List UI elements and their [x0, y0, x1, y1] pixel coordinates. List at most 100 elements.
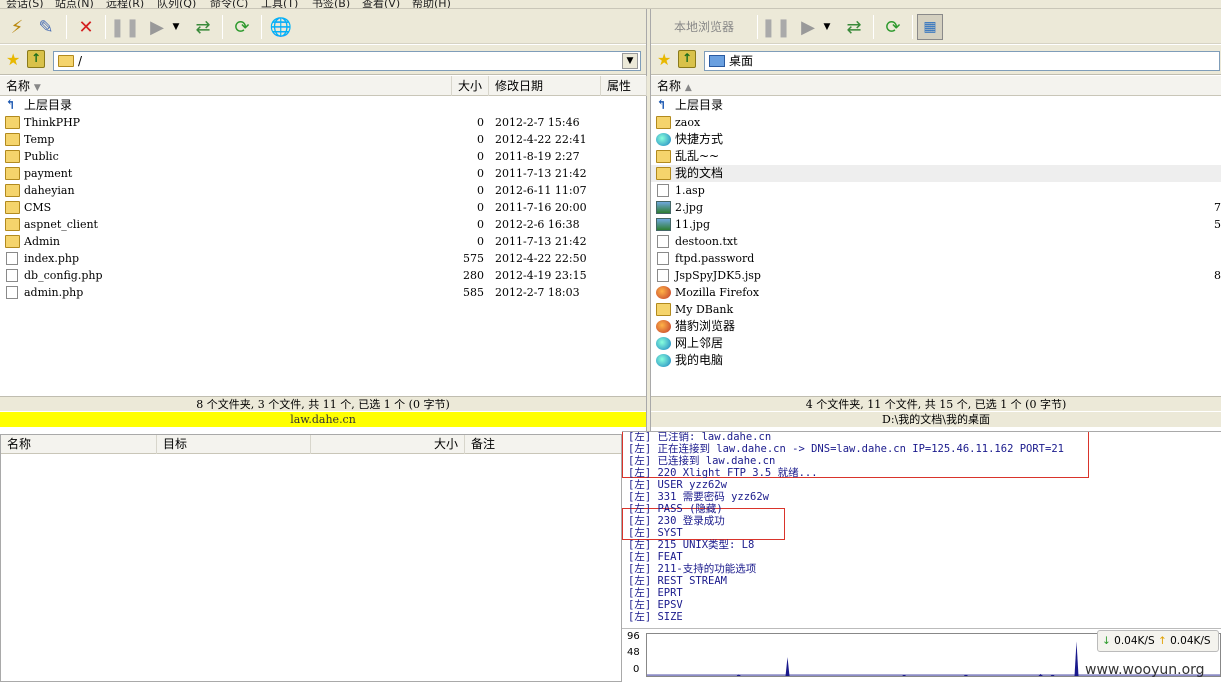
file-row[interactable]: 网上邻居: [651, 335, 1221, 352]
file-row[interactable]: CMS 0 2011-7-16 20:00: [0, 199, 646, 216]
file-size: 0: [477, 235, 484, 248]
column-date[interactable]: 修改日期: [489, 76, 601, 96]
bookmark-star-icon[interactable]: ★: [6, 50, 20, 69]
file-row[interactable]: My DBank: [651, 301, 1221, 318]
menu-item[interactable]: 帮助(H): [412, 0, 451, 8]
file-row[interactable]: 猎豹浏览器: [651, 318, 1221, 335]
file-row[interactable]: 11.jpg 5: [651, 216, 1221, 233]
menu-item[interactable]: 命令(C): [210, 0, 248, 8]
up-folder-icon[interactable]: ↑: [27, 50, 45, 68]
parent-dir-row[interactable]: ↰ 上层目录: [651, 97, 1221, 114]
file-name: 1.asp: [675, 184, 705, 197]
queue-column-target[interactable]: 目标: [157, 435, 311, 454]
menu-item[interactable]: 站点(N): [55, 0, 94, 8]
column-name[interactable]: 名称 ▲: [651, 76, 1221, 96]
file-row[interactable]: zaox: [651, 114, 1221, 131]
log-line: [左] 211-支持的功能选项: [628, 563, 757, 575]
file-row[interactable]: JspSpyJDK5.jsp 8: [651, 267, 1221, 284]
file-row[interactable]: Admin 0 2011-7-13 21:42: [0, 233, 646, 250]
file-name: destoon.txt: [675, 235, 738, 248]
column-attr[interactable]: 属性: [601, 76, 647, 96]
file-row[interactable]: 我的文档: [651, 165, 1221, 182]
file-date: 2011-8-19 2:27: [495, 150, 580, 163]
remote-path-input[interactable]: / ▼: [53, 51, 641, 71]
file-row[interactable]: index.php 575 2012-4-22 22:50: [0, 250, 646, 267]
file-row[interactable]: aspnet_client 0 2012-2-6 16:38: [0, 216, 646, 233]
file-row[interactable]: 2.jpg 7: [651, 199, 1221, 216]
menu-item[interactable]: 远程(R): [106, 0, 144, 8]
bookmark-star-icon[interactable]: ★: [657, 50, 671, 69]
sort-arrow-icon: ▼: [33, 83, 41, 93]
file-row[interactable]: payment 0 2011-7-13 21:42: [0, 165, 646, 182]
file-row[interactable]: daheyian 0 2012-6-11 11:07: [0, 182, 646, 199]
log-line: [左] 215 UNIX类型: L8: [628, 539, 755, 551]
transfer-icon[interactable]: ⇄: [190, 14, 216, 40]
queue-column-size[interactable]: 大小: [311, 435, 465, 454]
quick-connect-icon[interactable]: ✎: [33, 14, 59, 40]
file-name: zaox: [675, 116, 701, 129]
folder-icon: [656, 150, 671, 163]
queue-column-header: 名称 目标 大小 备注: [1, 435, 623, 454]
path-dropdown-button[interactable]: ▼: [622, 53, 638, 69]
play-icon[interactable]: ▶: [144, 14, 170, 40]
parent-dir-row[interactable]: ↰ 上层目录: [0, 97, 646, 114]
file-size: 7: [1214, 201, 1221, 214]
play-icon[interactable]: ▶: [795, 14, 821, 40]
file-size: 280: [463, 269, 484, 282]
pause-icon[interactable]: ❚❚: [110, 14, 140, 40]
log-line: [左] PASS (隐藏): [628, 503, 723, 515]
disconnect-icon[interactable]: ✕: [73, 14, 99, 40]
column-size[interactable]: 大小: [452, 76, 489, 96]
file-name: Mozilla Firefox: [675, 286, 760, 299]
column-name[interactable]: 名称 ▼: [0, 76, 452, 96]
file-row[interactable]: 我的电脑: [651, 352, 1221, 369]
session-log[interactable]: [左] 已注销: law.dahe.cn [左] 正在连接到 law.dahe.c…: [622, 431, 1221, 627]
parent-dir-label: 上层目录: [675, 98, 724, 112]
file-size: 585: [463, 286, 484, 299]
transfer-icon[interactable]: ⇄: [841, 14, 867, 40]
file-date: 2011-7-16 20:00: [495, 201, 587, 214]
local-path-label: D:\我的文档\我的桌面: [651, 412, 1221, 427]
connect-icon[interactable]: ⚡: [4, 14, 30, 40]
up-folder-icon[interactable]: ↑: [678, 50, 696, 68]
file-date: 2012-4-22 22:41: [495, 133, 587, 146]
file-row[interactable]: destoon.txt: [651, 233, 1221, 250]
file-row[interactable]: 乱乱~~: [651, 148, 1221, 165]
file-name: JspSpyJDK5.jsp: [675, 269, 761, 282]
file-row[interactable]: 1.asp: [651, 182, 1221, 199]
file-row[interactable]: Mozilla Firefox: [651, 284, 1221, 301]
toolbar-separator: [222, 15, 223, 39]
file-row[interactable]: 快捷方式: [651, 131, 1221, 148]
file-row[interactable]: ThinkPHP 0 2012-2-7 15:46: [0, 114, 646, 131]
globe-icon[interactable]: 🌐: [268, 14, 294, 40]
remote-pane: ⚡ ✎ ✕ ❚❚ ▶ ▼ ⇄ ⟳ 🌐 ★ ↑ / ▼ 名称 ▼ 大小 修改日期 …: [0, 9, 647, 431]
local-path-input[interactable]: 桌面: [704, 51, 1220, 71]
file-row[interactable]: Temp 0 2012-4-22 22:41: [0, 131, 646, 148]
menu-item[interactable]: 查看(V): [362, 0, 400, 8]
file-row[interactable]: db_config.php 280 2012-4-19 23:15: [0, 267, 646, 284]
view-toggle-icon[interactable]: ▦: [917, 14, 943, 40]
refresh-icon[interactable]: ⟳: [880, 14, 906, 40]
column-name-label: 名称: [6, 79, 31, 93]
file-size: 0: [477, 116, 484, 129]
dropdown-arrow-icon[interactable]: ▼: [821, 14, 833, 40]
file-name: aspnet_client: [24, 218, 98, 231]
queue-column-note[interactable]: 备注: [465, 435, 623, 454]
upload-arrow-icon: ↑: [1157, 635, 1167, 647]
menu-item[interactable]: 工具(T): [261, 0, 298, 8]
menu-bar: 会话(S) 站点(N) 远程(R) 队列(Q) 命令(C) 工具(T) 书签(B) 查看(V)…: [0, 0, 1221, 9]
local-browser-button[interactable]: 本地浏览器: [659, 14, 749, 40]
menu-item[interactable]: 会话(S): [6, 0, 44, 8]
menu-item[interactable]: 队列(Q): [157, 0, 196, 8]
file-row[interactable]: ftpd.password: [651, 250, 1221, 267]
dropdown-arrow-icon[interactable]: ▼: [170, 14, 182, 40]
file-size: 0: [477, 167, 484, 180]
refresh-icon[interactable]: ⟳: [229, 14, 255, 40]
file-size: 0: [477, 184, 484, 197]
file-date: 2011-7-13 21:42: [495, 235, 587, 248]
menu-item[interactable]: 书签(B): [312, 0, 350, 8]
file-row[interactable]: admin.php 585 2012-2-7 18:03: [0, 284, 646, 301]
file-row[interactable]: Public 0 2011-8-19 2:27: [0, 148, 646, 165]
pause-icon[interactable]: ❚❚: [761, 14, 791, 40]
queue-column-name[interactable]: 名称: [1, 435, 157, 454]
